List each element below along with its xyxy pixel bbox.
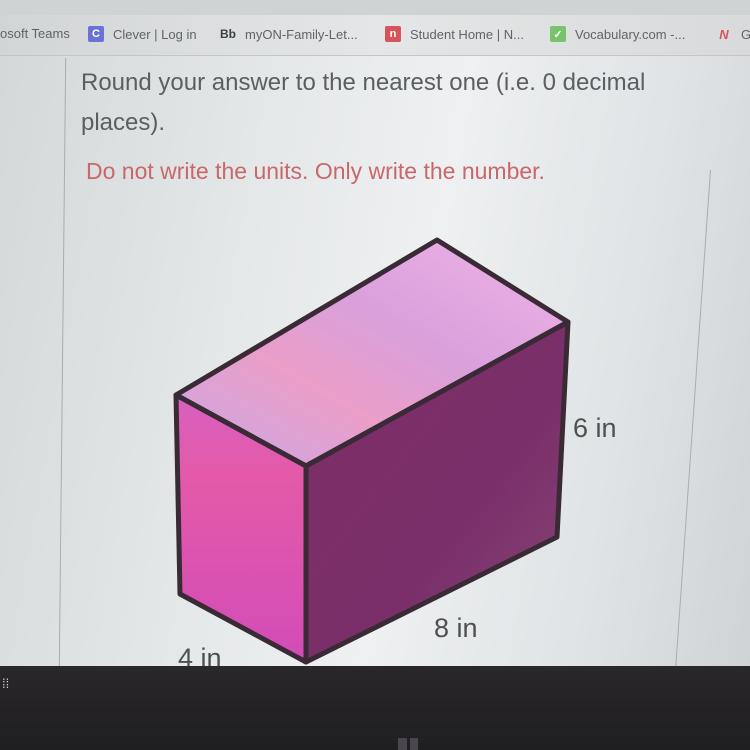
taskbar-icon[interactable]: ⁞⁞ — [2, 676, 9, 691]
bookmark-teams[interactable]: osoft Teams — [0, 26, 70, 41]
bookmark-label: G — [741, 26, 750, 42]
bookmark-clever[interactable]: C Clever | Log in — [88, 26, 197, 42]
newsela-icon: n — [385, 26, 401, 42]
blackboard-icon: Bb — [220, 27, 236, 41]
question-instruction: Round your answer to the nearest one (i.… — [81, 69, 646, 136]
taskbar-button[interactable] — [398, 738, 418, 750]
length-label: 8 in — [434, 613, 478, 643]
clever-icon: C — [88, 26, 104, 42]
prism-diagram — [173, 237, 571, 665]
bookmark-n[interactable]: N G — [716, 26, 750, 42]
bookmark-label: Vocabulary.com -... — [575, 26, 686, 42]
bookmark-vocabulary[interactable]: ✓ Vocabulary.com -... — [550, 26, 685, 42]
height-label: 6 in — [573, 413, 617, 443]
bookmark-label: Student Home | N... — [410, 26, 524, 42]
prism-figure: 6 in 8 in 4 in — [150, 230, 670, 673]
vocabulary-check-icon: ✓ — [550, 26, 566, 42]
n-logo-icon: N — [719, 26, 729, 42]
bookmark-label: osoft Teams — [0, 26, 70, 41]
bookmark-label: myON-Family-Let... — [245, 26, 358, 42]
bookmark-myon[interactable]: Bb myON-Family-Let... — [220, 26, 358, 42]
bookmark-label: Clever | Log in — [113, 26, 197, 42]
browser-tab-strip-edge — [0, 0, 750, 15]
taskbar — [0, 666, 750, 750]
bookmark-student-home[interactable]: n Student Home | N... — [385, 26, 524, 42]
question-warning: Do not write the units. Only write the n… — [86, 158, 545, 184]
bookmarks-bar: osoft Teams C Clever | Log in Bb myON-Fa… — [0, 15, 750, 56]
